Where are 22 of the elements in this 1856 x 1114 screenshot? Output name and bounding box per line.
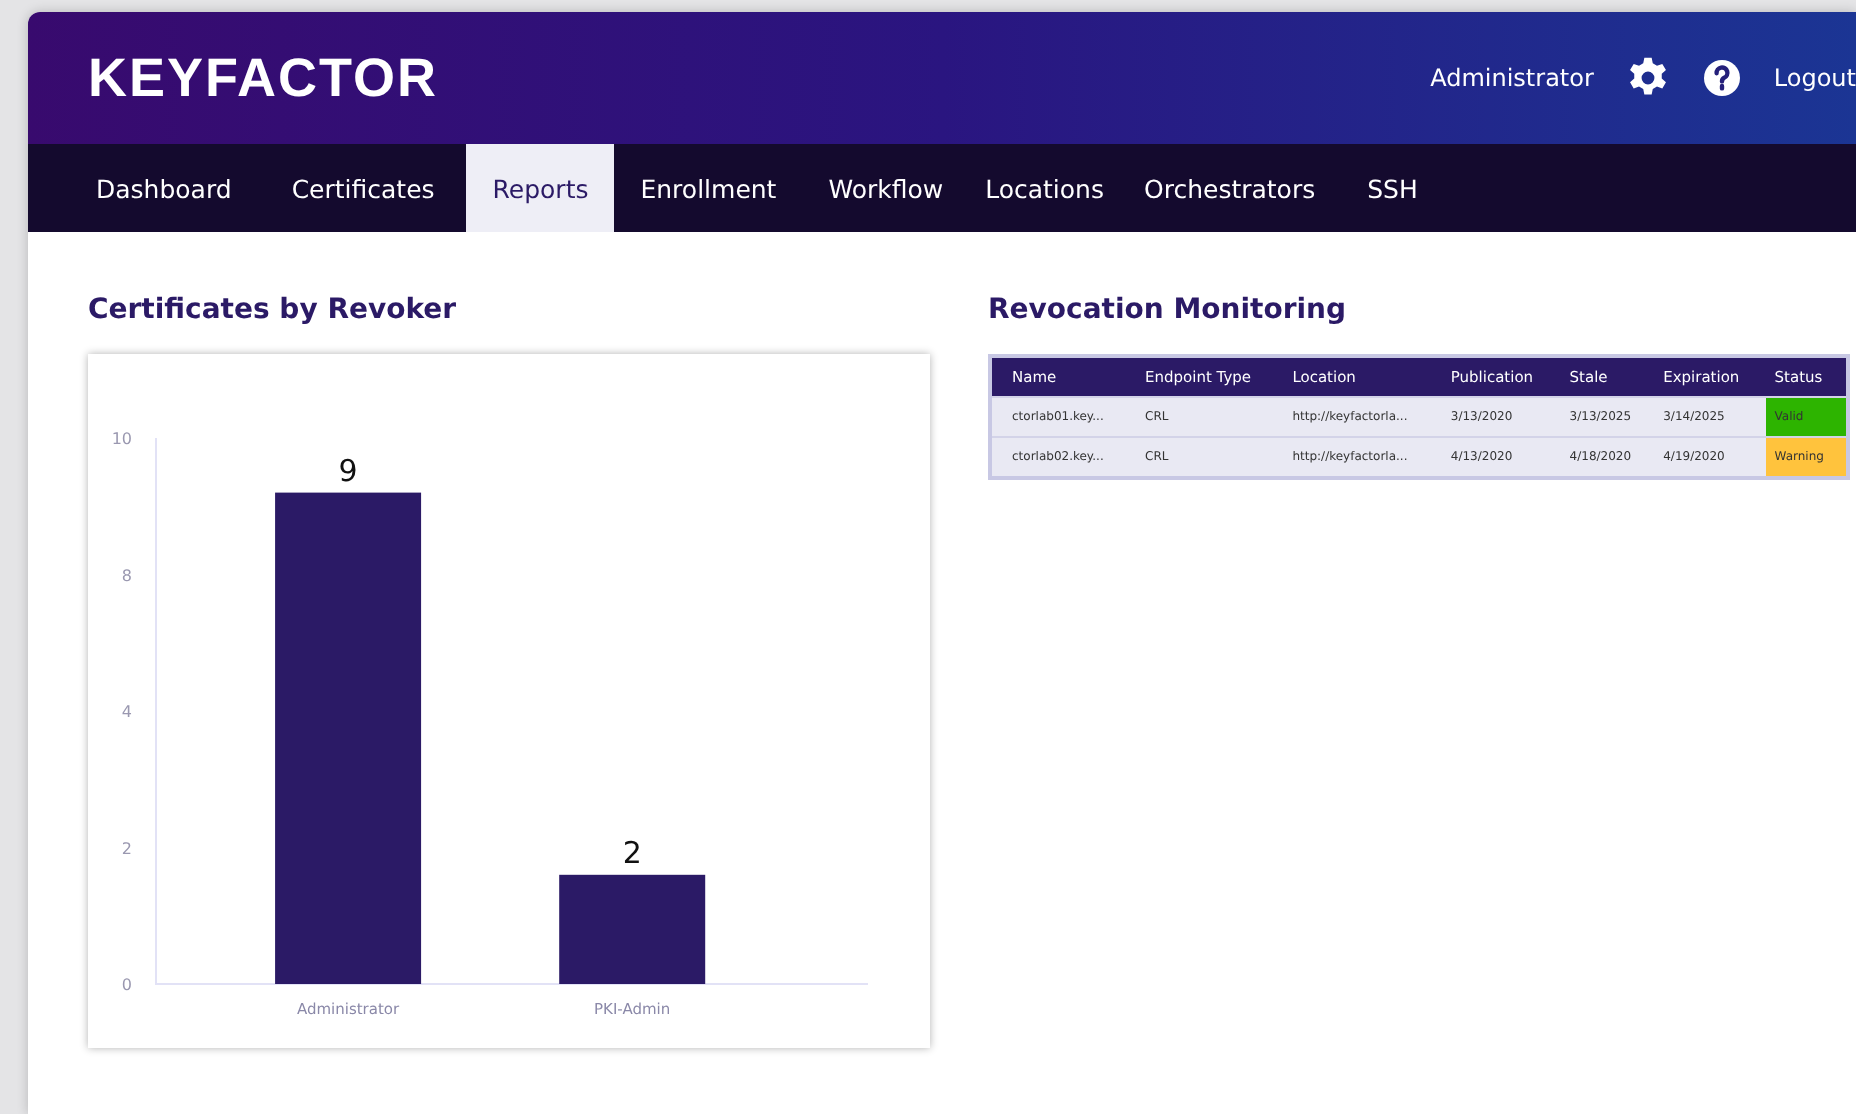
axis-label: 10 [111, 430, 132, 448]
logout-link[interactable]: Logout [1773, 64, 1856, 92]
user-name: Administrator [1430, 64, 1594, 92]
logo: KEYFACTOR [88, 47, 441, 109]
axis-label: 0 [121, 976, 132, 994]
panel-title: Revocation Monitoring [988, 294, 1349, 326]
nav-tab[interactable]: Workflow [802, 144, 970, 232]
panel-title: Certificates by Revoker [88, 294, 459, 326]
nav-tab[interactable]: Locations [969, 144, 1120, 232]
nav-tab[interactable]: SSH [1339, 144, 1446, 232]
nav-tab[interactable]: Dashboard [68, 144, 260, 232]
nav-tab[interactable]: Certificates [259, 144, 467, 232]
nav-tab[interactable]: Reports [466, 144, 615, 232]
axis-label: 8 [121, 566, 132, 585]
axis-label: 2 [121, 839, 132, 858]
data-label: 2 [622, 834, 642, 871]
data-label: 9 [338, 452, 358, 489]
nav-tab[interactable]: Orchestrators [1120, 144, 1340, 232]
axis-label: 4 [121, 703, 132, 721]
help-icon[interactable] [1701, 58, 1742, 98]
settings-icon[interactable] [1625, 56, 1670, 100]
nav-tab[interactable]: Enrollment [614, 144, 803, 232]
